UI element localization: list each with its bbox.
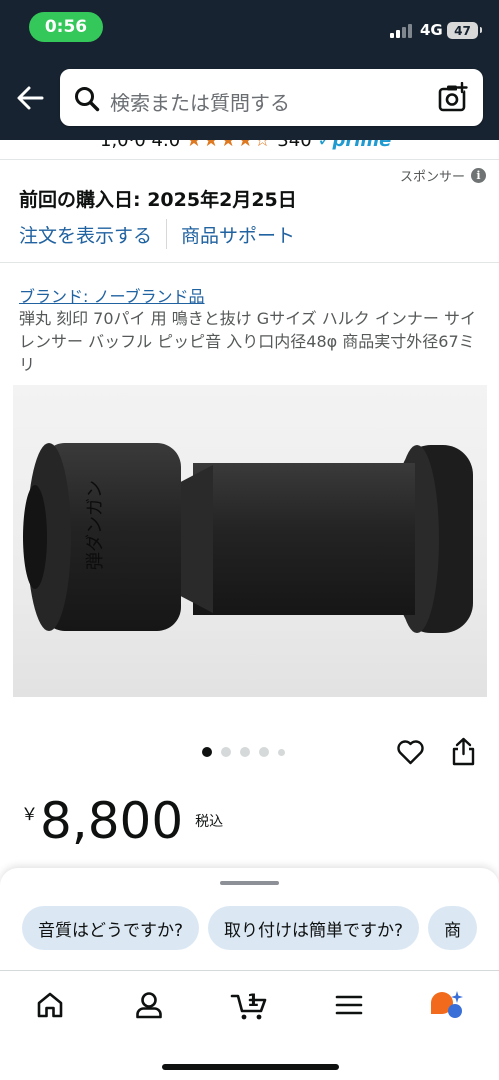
order-links: 注文を表示する 商品サポート [19,218,295,250]
carousel-dot-5[interactable] [278,748,285,756]
price-amount: 8,800 [40,792,184,850]
carousel-dot-2[interactable] [221,747,231,757]
rating-stars: ★★★★☆ [185,140,272,151]
search-placeholder[interactable]: 検索または質問する [110,87,290,116]
menu-icon[interactable] [333,989,365,1021]
product-image[interactable]: 弾ダンガン [13,385,487,697]
search-icon [75,87,100,112]
share-icon[interactable] [451,736,476,767]
bottom-navigation: 1 [0,970,499,1080]
suggestions-sheet: 音質はどうですか? 取り付けは簡単ですか? 商 [0,868,499,978]
status-bar: 0:56 4G 47 [0,0,499,58]
suggestion-chip[interactable]: 商 [428,906,478,950]
tax-included-label: 税込 [195,814,224,830]
home-indicator[interactable] [162,1064,339,1070]
network-type: 4G [420,21,443,39]
suggestion-chip[interactable]: 音質はどうですか? [22,906,200,950]
carousel-dot-1[interactable] [202,747,212,757]
heart-icon[interactable] [396,738,425,767]
brand-link[interactable]: ブランド: ノーブランド品 [19,283,205,307]
app-header: 0:56 4G 47 検索または質問する [0,0,499,140]
image-carousel-dots [202,747,285,757]
search-bar[interactable]: 検索または質問する [60,69,483,126]
previous-listing-peek: 1,0·0 4.0 ★★★★☆ 340 ✓prime [0,140,499,160]
divider [166,219,168,249]
suggestion-chip[interactable]: 取り付けは簡単ですか? [208,906,420,950]
product-title: 弾丸 刻印 70パイ 用 鳴きと抜け Gサイズ ハルク インナー サイレンサー … [19,309,476,374]
cart-icon[interactable]: 1 [230,989,270,1021]
carousel-dot-3[interactable] [240,747,250,757]
suggestion-chips: 音質はどうですか? 取り付けは簡単ですか? 商 [22,906,478,950]
info-icon[interactable]: i [471,168,487,183]
battery-icon: 47 [447,22,482,39]
peek-text: 1,0·0 4.0 ★★★★☆ 340 ✓prime [100,140,391,151]
home-icon[interactable] [34,989,66,1021]
section-divider [0,262,499,263]
sheet-drag-handle[interactable] [220,881,279,885]
cellular-signal-icon [390,24,414,38]
last-purchased-date: 前回の購入日: 2025年2月25日 [19,189,297,211]
back-arrow-icon[interactable] [14,82,46,114]
rufus-icon[interactable] [428,989,464,1021]
carousel-dot-4[interactable] [259,747,269,757]
product-support-link[interactable]: 商品サポート [181,221,295,248]
sponsored-label[interactable]: スポンサー i [400,166,487,185]
account-icon[interactable] [133,989,165,1021]
prime-badge: ✓prime [317,140,392,151]
status-time: 0:56 [29,12,103,42]
camera-search-icon[interactable] [437,82,469,114]
price: ￥ 8,800 税込 [21,792,223,852]
currency-symbol: ￥ [21,805,38,825]
product-engraving: 弾ダンガン [85,480,106,570]
view-order-link[interactable]: 注文を表示する [19,221,152,248]
cart-count: 1 [247,991,259,1011]
